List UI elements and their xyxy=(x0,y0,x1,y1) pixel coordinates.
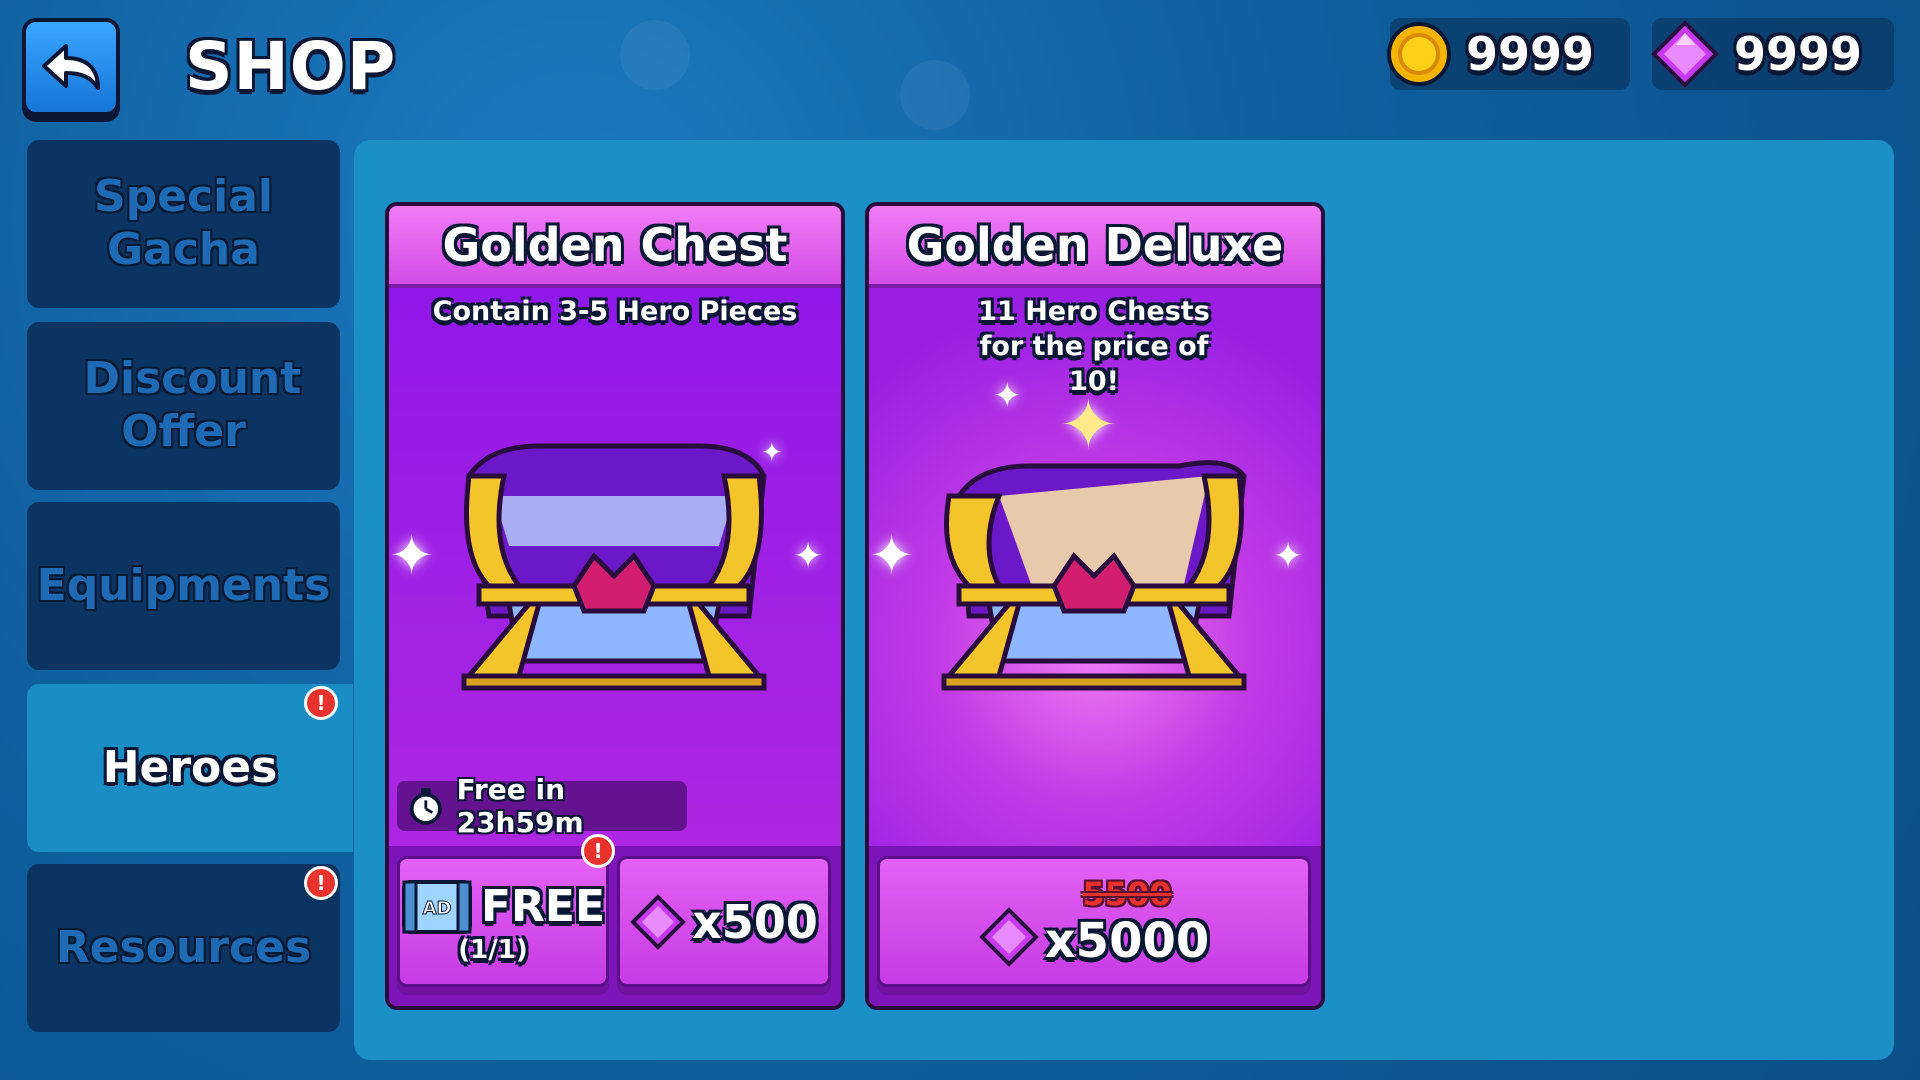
stopwatch-icon xyxy=(409,788,442,825)
card-title: Golden Deluxe xyxy=(906,218,1284,272)
ad-label: AD xyxy=(423,898,452,919)
golden-chest-card: Golden Chest Contain 3-5 Hero Pieces ✦ ✦… xyxy=(385,202,845,1010)
back-arrow-icon xyxy=(42,44,100,90)
gem-purchase-button[interactable]: x500 xyxy=(617,856,831,987)
sparkle-icon: ✦ xyxy=(1273,536,1304,577)
chest-icon xyxy=(941,460,1247,691)
heroes-alert-badge: ! xyxy=(304,686,338,720)
gem-price: x5000 xyxy=(1044,912,1210,969)
sparkle-icon: ✦ xyxy=(869,524,915,587)
chest-icon xyxy=(461,443,767,691)
back-button[interactable] xyxy=(22,18,120,116)
resources-alert-badge: ! xyxy=(304,866,338,900)
card-description: Contain 3-5 Hero Pieces xyxy=(432,296,798,327)
paw-decoration xyxy=(900,60,970,130)
sparkle-icon: ✦ xyxy=(993,376,1022,416)
coin-amount: 9999 xyxy=(1466,27,1595,81)
free-alert-badge: ! xyxy=(581,834,615,868)
tab-label: Discount Offer xyxy=(83,353,302,457)
gem-icon xyxy=(1651,20,1719,88)
timer-text: Free in 23h59m xyxy=(456,773,584,839)
tab-label: Special Gacha xyxy=(94,171,273,275)
coin-icon xyxy=(1387,22,1451,86)
gem-icon xyxy=(630,893,686,950)
tab-label: Equipments xyxy=(36,559,331,611)
gem-balance: 9999 xyxy=(1651,18,1894,90)
golden-deluxe-card: Golden Deluxe 11 Hero Chests for the pri… xyxy=(865,202,1325,1010)
tab-resources[interactable]: Resources xyxy=(27,864,340,1032)
gem-icon xyxy=(978,906,1039,967)
card-header: Golden Deluxe xyxy=(869,206,1321,288)
card-title: Golden Chest xyxy=(442,218,788,272)
free-ad-button[interactable]: AD FREE (1/1) xyxy=(397,856,609,987)
sparkle-icon: ✦ xyxy=(389,524,435,587)
coin-balance: 9999 xyxy=(1387,18,1630,90)
paw-decoration xyxy=(620,20,690,90)
gem-price: x500 xyxy=(692,894,818,949)
page-title: SHOP xyxy=(185,28,397,105)
free-label: FREE xyxy=(480,881,606,932)
tab-discount-offer[interactable]: Discount Offer xyxy=(27,322,340,490)
card-header: Golden Chest xyxy=(389,206,841,288)
sparkle-icon: ✦ xyxy=(793,536,824,577)
gem-amount: 9999 xyxy=(1734,27,1863,81)
tab-special-gacha[interactable]: Special Gacha xyxy=(27,140,340,308)
gem-purchase-button[interactable]: 5500 x5000 xyxy=(877,856,1311,987)
tab-label: Resources xyxy=(55,921,312,973)
tab-label: Heroes xyxy=(102,741,278,793)
card-buttons: AD FREE (1/1) ! x500 xyxy=(389,834,841,1006)
ad-video-icon: AD xyxy=(401,879,472,934)
old-price: 5500 xyxy=(1082,874,1172,913)
free-timer: Free in 23h59m xyxy=(397,773,687,839)
tab-equipments[interactable]: Equipments xyxy=(27,502,340,670)
free-count: (1/1) xyxy=(458,934,528,965)
tab-heroes[interactable]: Heroes xyxy=(27,684,353,852)
card-buttons: 5500 x5000 xyxy=(869,846,1321,1006)
